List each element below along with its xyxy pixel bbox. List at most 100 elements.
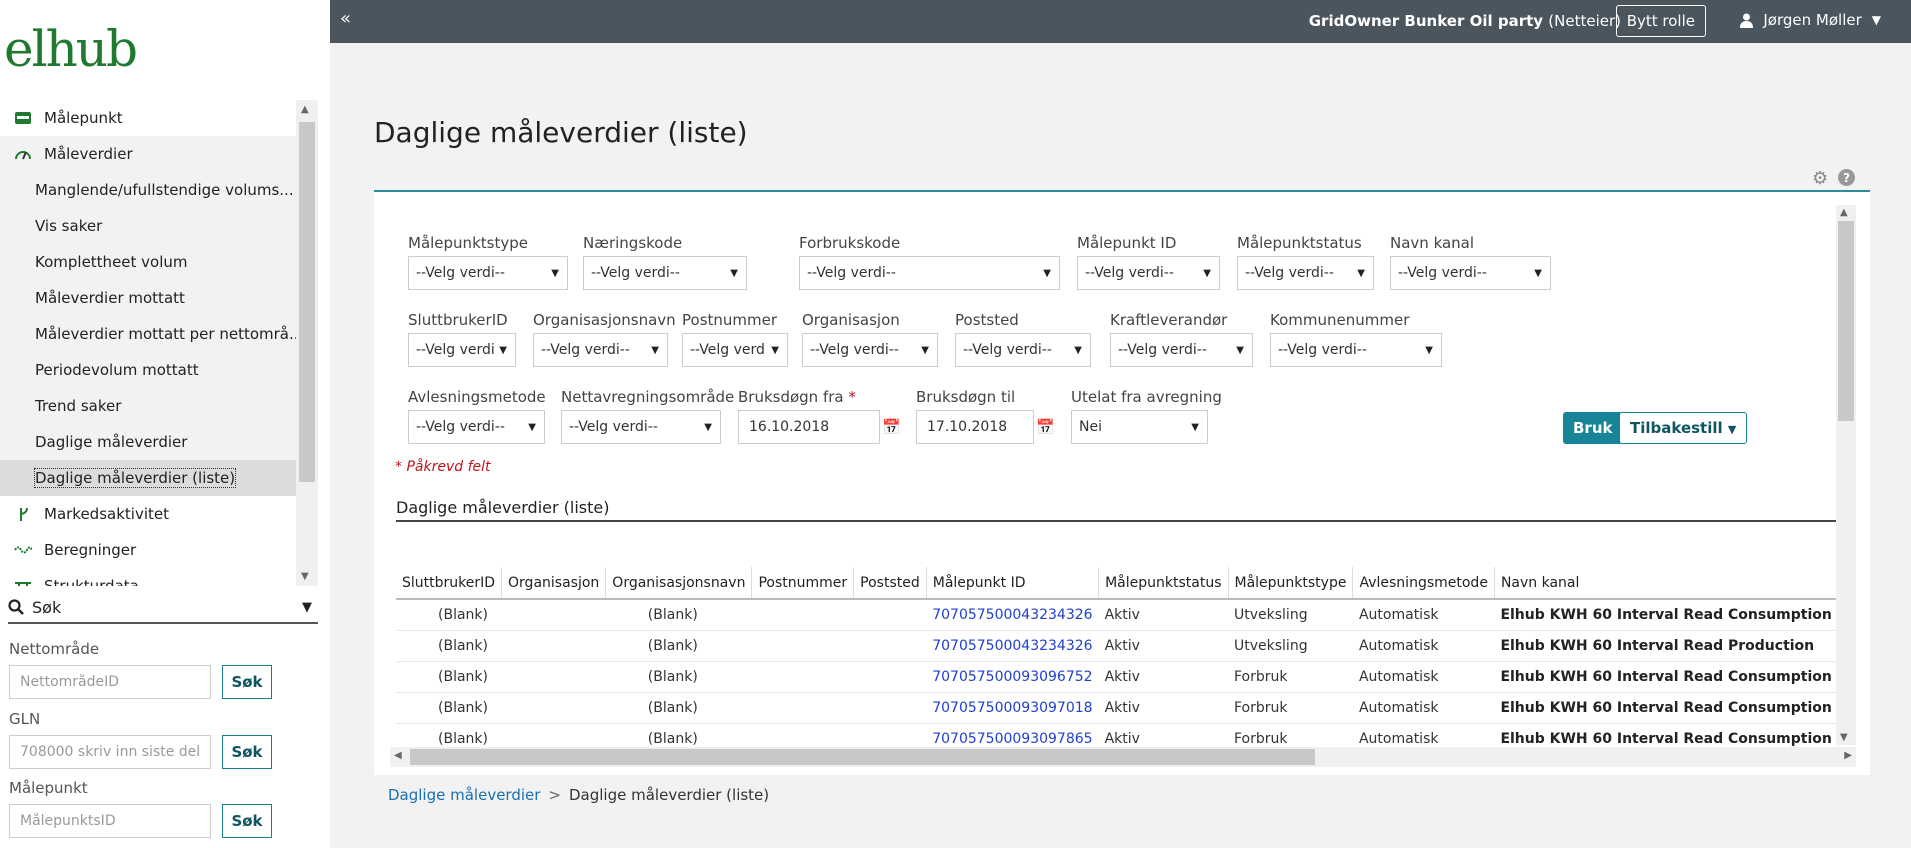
scroll-left-icon[interactable]: ◀ bbox=[394, 750, 402, 761]
scrollbar-thumb[interactable] bbox=[299, 122, 315, 482]
table-row[interactable]: (Blank) (Blank) 707057500093096752 Aktiv For… bbox=[396, 661, 1854, 693]
utelat-select[interactable]: Nei ▼ bbox=[1071, 410, 1208, 444]
sidebar-item-label: Komplettheet volum bbox=[35, 253, 188, 271]
elhub-logo[interactable]: elhub bbox=[4, 20, 138, 78]
organisasjonsnavn-label: Organisasjonsnavn bbox=[533, 311, 676, 329]
column-header[interactable]: Poststed bbox=[853, 567, 927, 600]
table-row[interactable]: (Blank) (Blank) 707057500093097865 Aktiv For… bbox=[396, 723, 1854, 747]
calendar-icon[interactable]: 📅 bbox=[1036, 418, 1055, 436]
apply-button[interactable]: Bruk bbox=[1563, 412, 1623, 444]
malepunkt-search-button[interactable]: Søk bbox=[222, 804, 272, 838]
gln-search-button[interactable]: Søk bbox=[222, 735, 272, 769]
poststed-select[interactable]: --Velg verdi-- ▼ bbox=[955, 333, 1091, 367]
sidebar-item-label: Manglende/ufullstendige volums... bbox=[35, 181, 294, 199]
malepunkt-input[interactable] bbox=[9, 804, 211, 838]
select-value: --Velg verdi-- bbox=[416, 265, 505, 281]
navn-kanal-select[interactable]: --Velg verdi-- ▼ bbox=[1390, 256, 1551, 290]
sidebar-item-label: Målepunkt bbox=[44, 109, 123, 127]
grid-horizontal-scrollbar[interactable]: ◀ ▶ bbox=[390, 747, 1856, 767]
sidebar-item-vis-saker[interactable]: Vis saker bbox=[0, 208, 318, 244]
sidebar-item-komplettheet[interactable]: Komplettheet volum bbox=[0, 244, 318, 280]
malepunkt-id-link[interactable]: 707057500043234326 bbox=[926, 630, 1099, 662]
scroll-up-icon[interactable]: ▲ bbox=[1840, 207, 1848, 218]
breadcrumb-parent-link[interactable]: Daglige måleverdier bbox=[388, 786, 540, 804]
scroll-down-icon[interactable]: ▼ bbox=[301, 571, 309, 582]
help-icon[interactable]: ? bbox=[1838, 169, 1856, 186]
sidebar-item-mottatt-per-nettomrade[interactable]: Måleverdier mottatt per nettområ... bbox=[0, 316, 318, 352]
nettomrade-input[interactable] bbox=[9, 665, 211, 699]
select-value: --Velg verdi-- bbox=[1085, 265, 1174, 281]
sidebar-item-markedsaktivitet[interactable]: Markedsaktivitet bbox=[0, 496, 318, 532]
gln-input[interactable] bbox=[9, 735, 211, 769]
sidebar-item-trend-saker[interactable]: Trend saker bbox=[0, 388, 318, 424]
column-header[interactable]: Navn kanal bbox=[1494, 567, 1839, 600]
sidebar-item-daglige-liste[interactable]: Daglige måleverdier (liste) bbox=[0, 460, 318, 496]
nettomrade-search-button[interactable]: Søk bbox=[222, 665, 272, 699]
reset-label: Tilbakestill bbox=[1630, 419, 1723, 437]
select-value: --Velg verdi-- bbox=[810, 342, 899, 358]
bruksdogn-fra-input[interactable]: 16.10.2018 bbox=[738, 410, 880, 444]
sidebar-item-periodevolum[interactable]: Periodevolum mottatt bbox=[0, 352, 318, 388]
organisasjonsnavn-select[interactable]: --Velg verdi-- ▼ bbox=[533, 333, 668, 367]
search-panel-header[interactable]: Søk ▼ bbox=[8, 592, 318, 624]
kommunenummer-label: Kommunenummer bbox=[1270, 311, 1410, 329]
malepunktstype-select[interactable]: --Velg verdi-- ▼ bbox=[408, 256, 568, 290]
gear-icon[interactable]: ⚙ bbox=[1812, 168, 1828, 189]
sidebar-item-daglige[interactable]: Daglige måleverdier bbox=[0, 424, 318, 460]
page-title: Daglige måleverdier (liste) bbox=[374, 116, 748, 149]
malepunkt-id-select[interactable]: --Velg verdi-- ▼ bbox=[1077, 256, 1220, 290]
user-menu[interactable]: Jørgen Møller ▼ bbox=[1740, 11, 1881, 29]
sidebar-item-malepunkt[interactable]: Målepunkt bbox=[0, 100, 318, 136]
sidebar-item-beregninger[interactable]: Beregninger bbox=[0, 532, 318, 568]
table-row[interactable]: (Blank) (Blank) 707057500093097018 Aktiv For… bbox=[396, 692, 1854, 724]
table-row[interactable]: (Blank) (Blank) 707057500043234326 Aktiv Utv… bbox=[396, 630, 1854, 662]
scroll-down-icon[interactable]: ▼ bbox=[1840, 732, 1848, 743]
naeringskode-select[interactable]: --Velg verdi-- ▼ bbox=[583, 256, 747, 290]
forbrukskode-select[interactable]: --Velg verdi-- ▼ bbox=[799, 256, 1060, 290]
column-header[interactable]: Organisasjonsnavn bbox=[605, 567, 753, 600]
sidebar-item-label: Trend saker bbox=[35, 397, 122, 415]
breadcrumb: Daglige måleverdier > Daglige måleverdier … bbox=[388, 786, 769, 804]
malepunkt-id-link[interactable]: 707057500093097865 bbox=[926, 723, 1099, 747]
column-header[interactable]: Målepunktstatus bbox=[1098, 567, 1229, 600]
table-cell: (Blank) bbox=[605, 723, 752, 747]
malepunkt-id-link[interactable]: 707057500093097018 bbox=[926, 692, 1099, 724]
kommunenummer-select[interactable]: --Velg verdi-- ▼ bbox=[1270, 333, 1442, 367]
organisasjon-select[interactable]: --Velg verdi-- ▼ bbox=[802, 333, 938, 367]
role-type: (Netteier) bbox=[1548, 12, 1621, 30]
calendar-icon[interactable]: 📅 bbox=[882, 418, 901, 436]
postnummer-select[interactable]: --Velg verd ▼ bbox=[682, 333, 788, 367]
column-header[interactable]: Målepunktstype bbox=[1228, 567, 1354, 600]
scrollbar-thumb[interactable] bbox=[1838, 221, 1854, 421]
bruksdogn-til-input[interactable]: 17.10.2018 bbox=[916, 410, 1034, 444]
column-header[interactable]: Målepunkt ID bbox=[926, 567, 1100, 600]
sidebar-item-manglende[interactable]: Manglende/ufullstendige volums... bbox=[0, 172, 318, 208]
sidebar-scrollbar[interactable]: ▲ ▼ bbox=[296, 100, 318, 586]
column-header[interactable]: Avlesningsmetode bbox=[1352, 567, 1495, 600]
column-header[interactable]: Organisasjon bbox=[501, 567, 607, 600]
table-cell bbox=[751, 630, 854, 662]
malepunkt-id-link[interactable]: 707057500093096752 bbox=[926, 661, 1099, 693]
malepunktstatus-select[interactable]: --Velg verdi-- ▼ bbox=[1237, 256, 1374, 290]
avlesningsmetode-select[interactable]: --Velg verdi-- ▼ bbox=[408, 410, 545, 444]
table-row[interactable]: (Blank) (Blank) 707057500043234326 Aktiv Utv… bbox=[396, 599, 1854, 631]
column-header[interactable]: SluttbrukerID bbox=[396, 567, 503, 600]
grid-vertical-scrollbar[interactable]: ▲ ▼ bbox=[1836, 205, 1856, 745]
table-cell: Elhub KWH 60 Interval Read Consumption bbox=[1494, 661, 1838, 693]
collapse-sidebar-icon[interactable]: « bbox=[340, 8, 351, 29]
switch-role-button[interactable]: Bytt rolle bbox=[1615, 5, 1706, 37]
reset-button[interactable]: Tilbakestill ▼ bbox=[1619, 412, 1748, 444]
scroll-right-icon[interactable]: ▶ bbox=[1844, 750, 1852, 761]
nettavregningsomrade-select[interactable]: --Velg verdi-- ▼ bbox=[561, 410, 721, 444]
scrollbar-thumb[interactable] bbox=[410, 749, 1315, 765]
kraftleverandor-select[interactable]: --Velg verdi-- ▼ bbox=[1110, 333, 1253, 367]
malepunkt-id-link[interactable]: 707057500043234326 bbox=[926, 599, 1099, 631]
table-cell: (Blank) bbox=[605, 599, 752, 631]
column-header[interactable]: Postnummer bbox=[751, 567, 855, 600]
sidebar-item-maleverdier[interactable]: Måleverdier bbox=[0, 136, 318, 172]
sluttbrukerid-select[interactable]: --Velg verdi ▼ bbox=[408, 333, 516, 367]
sidebar-item-maleverdier-mottatt[interactable]: Måleverdier mottatt bbox=[0, 280, 318, 316]
scroll-up-icon[interactable]: ▲ bbox=[301, 104, 309, 115]
caret-down-icon: ▼ bbox=[1534, 268, 1542, 279]
sidebar-item-strukturdata[interactable]: Strukturdata bbox=[0, 568, 318, 586]
